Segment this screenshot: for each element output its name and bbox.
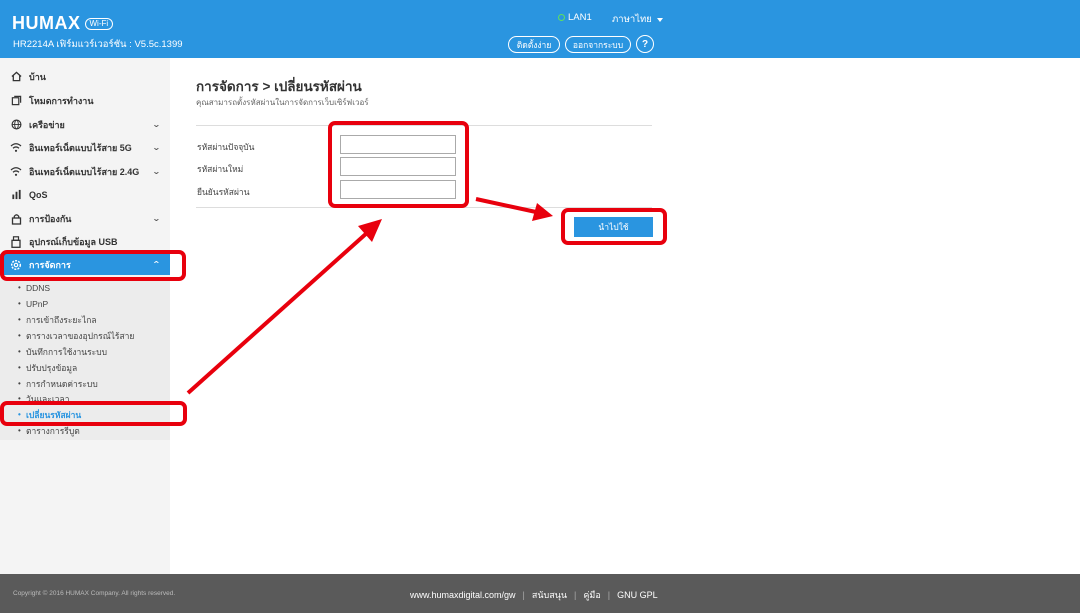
logout-button[interactable]: ออกจากระบบ [565,36,631,53]
copyright-text: Copyright © 2016 HUMAX Company. All righ… [13,590,176,597]
page-subtitle: คุณสามารถตั้งรหัสผ่านในการจัดการเว็บเซิร… [196,98,369,107]
submenu-label: บันทึกการใช้งานระบบ [26,346,108,357]
footer-separator: | [522,590,525,600]
lan-status: LAN1 [558,12,592,23]
chevron-down-icon: ⌄ [151,167,161,176]
sidebar-item-label: บ้าน [29,71,46,82]
mode-icon [10,95,22,107]
annotation-box-change-password [0,401,187,426]
caret-down-icon [656,17,663,22]
chevron-down-icon: ⌄ [151,120,161,129]
wifi-icon [10,166,22,178]
sidebar-item-label: อินเทอร์เน็ตแบบไร้สาย 5G [29,142,132,153]
bullet-icon: • [18,283,21,292]
annotation-box-apply-button [561,208,667,245]
annotation-box-password-fields [328,121,469,208]
lock-icon [10,213,22,225]
sidebar-item-label: เครือข่าย [29,119,65,130]
language-label: ภาษาไทย [612,14,652,25]
firmware-version: HR2214A เฟิร์มแวร์เวอร์ชัน : V5.5c.1399 [13,39,183,50]
footer-separator: | [607,590,611,600]
sidebar-item-security[interactable]: การป้องกัน ⌄ [0,207,170,230]
bullet-icon: • [18,379,21,388]
submenu-item-system-log[interactable]: • บันทึกการใช้งานระบบ [0,344,170,359]
usb-icon [10,235,22,248]
submenu-item-upnp[interactable]: • UPnP [0,296,170,311]
sidebar-item-home[interactable]: บ้าน [0,65,170,88]
bullet-icon: • [18,299,21,308]
submenu-label: การกำหนดค่าระบบ [26,378,98,389]
wifi-badge: Wi-Fi [84,17,114,30]
submenu-label: DDNS [26,282,51,293]
submenu-label: ปรับปรุงข้อมูล [26,362,78,373]
sidebar-item-label: การป้องกัน [29,213,72,224]
chevron-down-icon: ⌄ [151,143,161,152]
submenu-label: ตารางเวลาของอุปกรณ์ไร้สาย [26,330,135,341]
sidebar-item-wireless-5g[interactable]: อินเทอร์เน็ตแบบไร้สาย 5G ⌄ [0,136,170,159]
humax-logo: HUMAX Wi-Fi [12,13,114,34]
bullet-icon: • [18,347,21,356]
submenu-item-ddns[interactable]: • DDNS [0,280,170,295]
footer-links: www.humaxdigital.com/gw | สนับสนุน | คู่… [410,588,658,602]
home-icon [10,71,22,83]
bullet-icon: • [18,315,21,324]
arrow-to-apply [475,197,553,221]
confirm-password-label: ยืนยันรหัสผ่าน [197,187,250,197]
sidebar-item-mode[interactable]: โหมดการทำงาน [0,89,170,112]
bullet-icon: • [18,363,21,372]
language-selector[interactable]: ภาษาไทย [612,12,663,27]
footer-separator: | [574,590,577,600]
footer-link-gpl[interactable]: GNU GPL [617,590,658,600]
sidebar-item-label: อินเทอร์เน็ตแบบไร้สาย 2.4G [29,166,140,177]
easy-setup-button[interactable]: ติดตั้งง่าย [508,36,560,53]
wifi-icon [10,142,22,154]
lan-label: LAN1 [568,12,592,23]
page-title: การจัดการ > เปลี่ยนรหัสผ่าน [196,79,362,94]
submenu-item-remote-access[interactable]: • การเข้าถึงระยะไกล [0,312,170,327]
help-button[interactable]: ? [636,35,654,53]
annotation-box-management [0,250,186,281]
bullet-icon: • [18,426,21,435]
bar-chart-icon [10,189,22,201]
arrow-to-fields [186,219,382,395]
chevron-down-icon: ⌄ [151,214,161,223]
sidebar-item-network[interactable]: เครือข่าย ⌄ [0,113,170,136]
top-header: HUMAX Wi-Fi HR2214A เฟิร์มแวร์เวอร์ชัน :… [0,0,1080,58]
globe-icon [10,119,22,131]
brand-name: HUMAX [12,13,81,33]
sidebar-item-label: โหมดการทำงาน [29,95,94,106]
current-password-label: รหัสผ่านปัจจุบัน [197,142,255,152]
new-password-label: รหัสผ่านใหม่ [197,164,244,174]
footer-link-website[interactable]: www.humaxdigital.com/gw [410,590,516,600]
submenu-label: การเข้าถึงระยะไกล [26,314,97,325]
sidebar-item-label: อุปกรณ์เก็บข้อมูล USB [29,236,118,247]
lan-status-icon [558,14,565,21]
bullet-icon: • [18,331,21,340]
sidebar: บ้าน โหมดการทำงาน เครือข่าย ⌄ อินเทอร์เน… [0,58,170,574]
footer-link-support[interactable]: สนับสนุน [532,588,567,602]
submenu-label: UPnP [26,298,49,309]
submenu-item-system-config[interactable]: • การกำหนดค่าระบบ [0,376,170,391]
footer: Copyright © 2016 HUMAX Company. All righ… [0,574,1080,613]
sidebar-item-wireless-24g[interactable]: อินเทอร์เน็ตแบบไร้สาย 2.4G ⌄ [0,160,170,183]
footer-link-manual[interactable]: คู่มือ [583,588,600,602]
sidebar-item-label: QoS [29,189,48,200]
sidebar-item-qos[interactable]: QoS [0,183,170,206]
submenu-item-update[interactable]: • ปรับปรุงข้อมูล [0,360,170,375]
submenu-item-wireless-schedule[interactable]: • ตารางเวลาของอุปกรณ์ไร้สาย [0,328,170,343]
